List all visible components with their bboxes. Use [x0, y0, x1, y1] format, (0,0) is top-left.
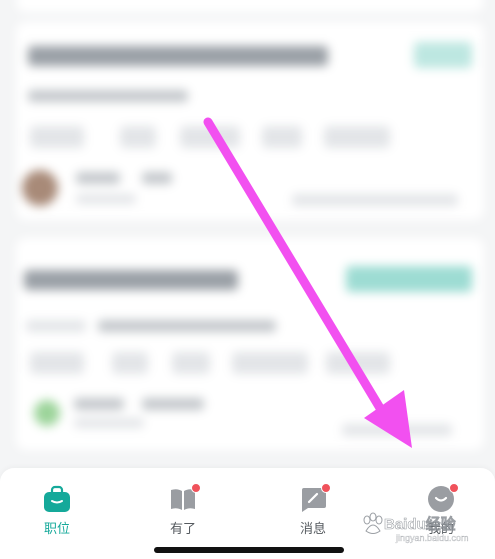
salary-placeholder: [346, 266, 472, 292]
recruiter-role-placeholder: [142, 398, 204, 410]
notification-dot: [321, 483, 331, 493]
tab-label: 有了: [169, 521, 196, 536]
tab-label: 职位: [43, 521, 70, 536]
home-indicator[interactable]: [154, 547, 344, 553]
job-card[interactable]: [16, 22, 484, 220]
job-card[interactable]: [16, 238, 484, 450]
location-placeholder: [292, 194, 458, 206]
notification-dot: [191, 483, 201, 493]
salary-placeholder: [414, 42, 472, 68]
company-info-placeholder: [26, 320, 86, 332]
tag-placeholder: [30, 352, 84, 374]
tag-placeholder: [324, 126, 390, 148]
paw-logo-icon: [363, 512, 383, 534]
watermark-url: jingyan.baidu.com: [396, 533, 469, 543]
tag-placeholder: [30, 126, 84, 148]
tab-jobs[interactable]: 职位: [7, 484, 107, 540]
tab-youle[interactable]: 有了: [133, 483, 233, 540]
notification-dot: [449, 483, 459, 493]
watermark-text: Baidu经验: [384, 516, 456, 534]
tag-placeholder: [172, 352, 210, 374]
recruiter-status-placeholder: [74, 418, 144, 428]
recruiter-status-placeholder: [76, 194, 136, 204]
baidu-watermark: Baidu经验 jingyan.baidu.com: [360, 510, 492, 554]
company-info-placeholder: [98, 320, 276, 332]
tag-placeholder: [112, 352, 148, 374]
recruiter-name-placeholder: [76, 172, 120, 184]
job-card-partial: [16, 0, 484, 12]
tag-placeholder: [262, 126, 302, 148]
job-title-placeholder: [28, 46, 328, 66]
tag-placeholder: [120, 126, 156, 148]
recruiter-role-placeholder: [142, 172, 172, 184]
tag-placeholder: [232, 352, 308, 374]
tab-messages[interactable]: 消息: [263, 483, 363, 540]
briefcase-icon: [42, 484, 72, 514]
recruiter-name-placeholder: [74, 398, 124, 410]
tag-placeholder: [326, 352, 390, 374]
book-icon: [168, 483, 201, 514]
job-feed-blurred: [0, 0, 495, 480]
chat-icon: [298, 483, 331, 514]
company-logo: [34, 400, 60, 426]
app-screen: 职位 有了 消息 我的 Baidu经验 jingyan.baidu.com: [0, 0, 495, 559]
location-placeholder: [342, 424, 452, 436]
avatar: [22, 170, 58, 206]
company-info-placeholder: [28, 90, 188, 102]
tab-label: 消息: [299, 521, 326, 536]
tag-placeholder: [180, 126, 240, 148]
job-title-placeholder: [24, 270, 238, 290]
